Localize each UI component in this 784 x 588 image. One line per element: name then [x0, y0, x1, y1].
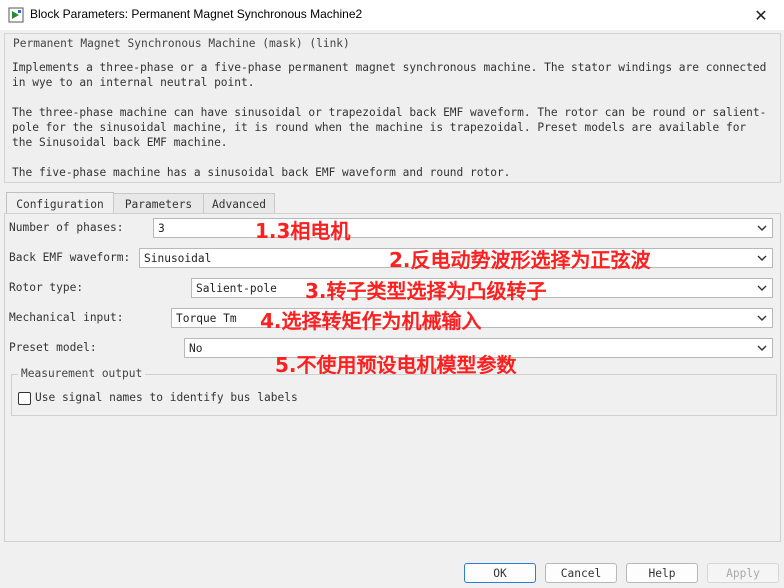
number-of-phases-select[interactable]: 3	[153, 218, 773, 238]
tab-advanced[interactable]: Advanced	[203, 193, 275, 214]
mechanical-input-label: Mechanical input:	[9, 311, 124, 324]
chevron-down-icon	[757, 315, 767, 321]
chevron-down-icon	[757, 345, 767, 351]
description-paragraph: The three-phase machine can have sinusoi…	[12, 106, 767, 149]
rotor-type-label: Rotor type:	[9, 281, 84, 294]
tab-parameters[interactable]: Parameters	[113, 193, 204, 214]
annotation-back-emf: 2.反电动势波形选择为正弦波	[389, 248, 651, 272]
help-button[interactable]: Help	[626, 563, 698, 583]
number-of-phases-value: 3	[158, 221, 165, 235]
description-paragraph: Implements a three-phase or a five-phase…	[12, 61, 774, 89]
description-legend: Permanent Magnet Synchronous Machine (ma…	[13, 37, 350, 50]
measurement-output-legend: Measurement output	[18, 367, 146, 380]
ok-button[interactable]: OK	[464, 563, 536, 583]
preset-model-label: Preset model:	[9, 341, 97, 354]
window-title: Block Parameters: Permanent Magnet Synch…	[30, 7, 363, 21]
simulink-block-icon	[8, 7, 24, 23]
annotation-rotor-type: 3.转子类型选择为凸级转子	[305, 279, 547, 303]
measurement-output-group: Measurement output Use signal names to i…	[11, 367, 777, 416]
back-emf-waveform-value: Sinusoidal	[144, 251, 212, 265]
description-paragraph: The five-phase machine has a sinusoidal …	[12, 166, 511, 179]
chevron-down-icon	[757, 225, 767, 231]
preset-model-value: No	[189, 341, 203, 355]
tab-configuration[interactable]: Configuration	[6, 192, 114, 215]
configuration-panel: Number of phases: 3 Back EMF waveform: S…	[4, 213, 781, 542]
bus-labels-checkbox-label[interactable]: Use signal names to identify bus labels	[35, 391, 298, 404]
close-icon[interactable]: ✕	[738, 0, 784, 30]
back-emf-waveform-label: Back EMF waveform:	[9, 251, 131, 264]
annotation-mechanical-input: 4.选择转矩作为机械输入	[260, 309, 482, 333]
title-bar[interactable]: Block Parameters: Permanent Magnet Synch…	[0, 0, 784, 30]
cancel-button[interactable]: Cancel	[545, 563, 617, 583]
dialog-body: Permanent Magnet Synchronous Machine (ma…	[0, 30, 784, 588]
apply-button[interactable]: Apply	[707, 563, 779, 583]
chevron-down-icon	[757, 255, 767, 261]
rotor-type-value: Salient-pole	[196, 281, 277, 295]
bus-labels-checkbox[interactable]	[18, 392, 31, 405]
chevron-down-icon	[757, 285, 767, 291]
number-of-phases-label: Number of phases:	[9, 221, 124, 234]
description-text: Implements a three-phase or a five-phase…	[12, 60, 772, 195]
annotation-phases: 1.3相电机	[255, 219, 351, 243]
mechanical-input-value: Torque Tm	[176, 311, 237, 325]
description-group: Permanent Magnet Synchronous Machine (ma…	[4, 33, 781, 183]
